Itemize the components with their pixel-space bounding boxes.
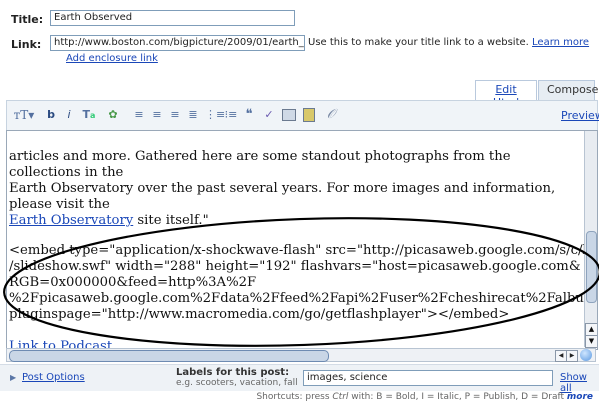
expand-arrow-icon[interactable]: ▶ bbox=[10, 373, 16, 382]
post-footer: ▶ Post Options Labels for this post: e.g… bbox=[0, 364, 599, 394]
shortcuts-prefix: Shortcuts: press bbox=[256, 392, 330, 402]
resize-grip-icon[interactable] bbox=[580, 349, 592, 361]
labels-input[interactable]: images, science bbox=[303, 370, 553, 386]
shortcuts-key: Ctrl bbox=[332, 392, 349, 402]
annotation-ellipse bbox=[3, 217, 599, 347]
shortcuts-mid: with: bbox=[351, 392, 374, 402]
hscroll-thumb[interactable] bbox=[9, 350, 329, 362]
labels-example: e.g. scooters, vacation, fall bbox=[176, 378, 298, 388]
shortcuts-hint: Shortcuts: press Ctrl with: B = Bold, I … bbox=[256, 392, 593, 402]
show-all-link[interactable]: Show all bbox=[560, 372, 599, 394]
shortcuts-text: B = Bold, I = Italic, P = Publish, D = D… bbox=[376, 392, 565, 402]
labels-title: Labels for this post: bbox=[176, 367, 290, 378]
post-options-link[interactable]: Post Options bbox=[22, 372, 85, 383]
scroll-right-icon[interactable]: ▶ bbox=[566, 350, 578, 362]
shortcuts-more-link[interactable]: more bbox=[567, 392, 593, 402]
horizontal-scrollbar[interactable]: ◀ ▶ bbox=[6, 348, 596, 362]
